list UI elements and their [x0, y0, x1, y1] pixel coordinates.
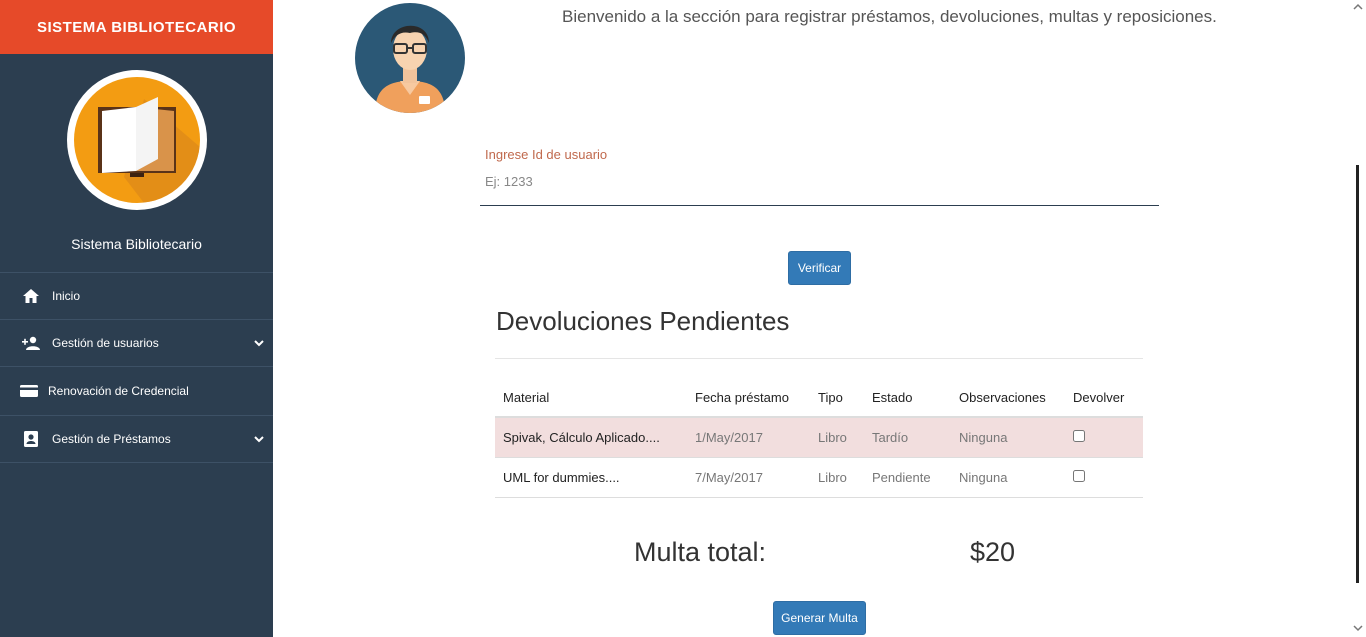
table-header-row: Material Fecha préstamo Tipo Estado Obse…: [495, 379, 1143, 418]
column-header-tipo: Tipo: [810, 379, 864, 418]
sidebar-item-renovacion-credencial[interactable]: Renovación de Credencial: [0, 367, 273, 416]
column-header-devolver: Devolver: [1065, 379, 1143, 418]
scroll-down-icon[interactable]: [1353, 623, 1363, 633]
cell-fecha: 7/May/2017: [687, 457, 810, 498]
column-header-material: Material: [495, 379, 687, 418]
logo-wrap: [0, 70, 273, 210]
cell-tipo: Libro: [810, 417, 864, 458]
sidebar-item-label: Inicio: [52, 289, 81, 303]
verify-button[interactable]: Verificar: [788, 251, 851, 285]
sidebar-item-gestion-prestamos[interactable]: Gestión de Préstamos: [0, 416, 273, 463]
generate-fine-button[interactable]: Generar Multa: [773, 601, 866, 635]
column-header-observaciones: Observaciones: [951, 379, 1065, 418]
section-divider: [495, 358, 1143, 359]
cell-observaciones: Ninguna: [951, 457, 1065, 498]
multa-total-value: $20: [970, 537, 1016, 567]
loan-icon: [22, 430, 40, 448]
cell-tipo: Libro: [810, 457, 864, 498]
sidebar-menu: Inicio Gestión de usuarios Renovación de…: [0, 272, 273, 463]
chevron-down-icon[interactable]: [253, 337, 265, 349]
cell-observaciones: Ninguna: [951, 417, 1065, 458]
cell-fecha: 1/May/2017: [687, 417, 810, 458]
cell-estado: Pendiente: [864, 457, 951, 498]
library-logo: [66, 70, 207, 210]
return-checkbox[interactable]: [1073, 469, 1085, 482]
sidebar-title: Sistema Bibliotecario: [71, 236, 202, 252]
column-header-fecha: Fecha préstamo: [687, 379, 810, 418]
sidebar-item-gestion-usuarios[interactable]: Gestión de usuarios: [0, 320, 273, 367]
user-avatar-icon: [355, 3, 465, 113]
user-id-input[interactable]: [485, 174, 1145, 189]
cell-devolver: [1065, 457, 1143, 498]
user-id-field: Ingrese Id de usuario: [480, 144, 1159, 206]
home-icon: [22, 287, 40, 305]
sidebar: SISTEMA BIBLIOTECARIO Sistema Biblioteca…: [0, 0, 273, 637]
chevron-down-icon[interactable]: [253, 433, 265, 445]
multa-total-label: Multa total:: [634, 537, 767, 567]
table-row: Spivak, Cálculo Aplicado.... 1/May/2017 …: [495, 417, 1143, 458]
table-row: UML for dummies.... 7/May/2017 Libro Pen…: [495, 457, 1143, 498]
sidebar-item-inicio[interactable]: Inicio: [0, 273, 273, 320]
sidebar-item-label: Renovación de Credencial: [48, 384, 189, 398]
sidebar-item-label: Gestión de Préstamos: [52, 432, 171, 446]
cell-material: Spivak, Cálculo Aplicado....: [495, 417, 687, 458]
pending-returns-table: Material Fecha préstamo Tipo Estado Obse…: [495, 379, 1143, 498]
cell-devolver: [1065, 417, 1143, 458]
scrollbar[interactable]: [1350, 0, 1366, 637]
credit-card-icon: [20, 382, 38, 400]
cell-estado: Tardío: [864, 417, 951, 458]
brand-title[interactable]: SISTEMA BIBLIOTECARIO: [0, 0, 273, 54]
book-icon: [73, 77, 200, 203]
column-header-estado: Estado: [864, 379, 951, 418]
welcome-message: Bienvenido a la sección para registrar p…: [562, 7, 1217, 26]
sidebar-item-label: Gestión de usuarios: [52, 336, 159, 350]
user-id-label: Ingrese Id de usuario: [485, 147, 608, 162]
scroll-up-icon[interactable]: [1353, 2, 1363, 12]
scroll-thumb[interactable]: [1356, 165, 1359, 583]
add-user-icon: [22, 334, 40, 352]
return-checkbox[interactable]: [1073, 429, 1085, 442]
cell-material: UML for dummies....: [495, 457, 687, 498]
section-title: Devoluciones Pendientes: [496, 306, 790, 336]
